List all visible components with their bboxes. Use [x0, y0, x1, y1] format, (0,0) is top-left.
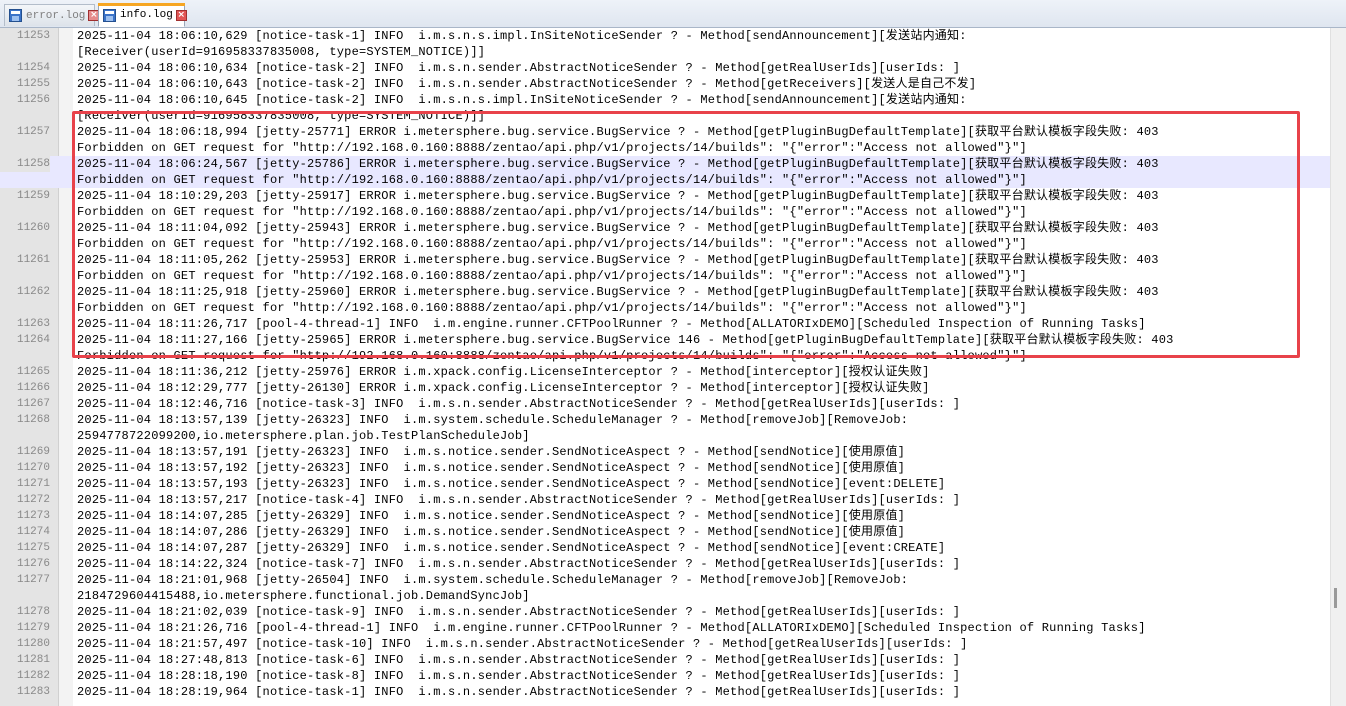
line-text[interactable]: 2025-11-04 18:14:07,286 [jetty-26329] IN…: [77, 524, 905, 540]
log-line[interactable]: 11282 2025-11-04 18:28:18,190 [notice-tas…: [0, 668, 1330, 684]
line-text[interactable]: 2025-11-04 18:12:46,716 [notice-task-3] …: [77, 396, 960, 412]
line-number: 11282: [16, 670, 50, 682]
line-text[interactable]: 2025-11-04 18:28:19,964 [notice-task-1] …: [77, 684, 960, 700]
line-text[interactable]: 2025-11-04 18:21:02,039 [notice-task-9] …: [77, 604, 960, 620]
line-number: 11266: [16, 382, 50, 394]
line-text[interactable]: 2025-11-04 18:14:07,285 [jetty-26329] IN…: [77, 508, 905, 524]
line-number: 11254: [16, 62, 50, 74]
line-number: 11253: [16, 30, 50, 42]
tab-bar: error.log × info.log ×: [0, 0, 1346, 28]
tab-label: error.log: [26, 9, 86, 22]
line-text[interactable]: 2025-11-04 18:14:07,287 [jetty-26329] IN…: [77, 540, 945, 556]
log-line[interactable]: 11266 2025-11-04 18:12:29,777 [jetty-2613…: [0, 380, 1330, 396]
line-text[interactable]: 2025-11-04 18:06:10,645 [notice-task-2] …: [77, 92, 967, 108]
line-text[interactable]: 2025-11-04 18:06:10,634 [notice-task-2] …: [77, 60, 960, 76]
log-line[interactable]: 11276 2025-11-04 18:14:22,324 [notice-tas…: [0, 556, 1330, 572]
line-text[interactable]: 2025-11-04 18:27:48,813 [notice-task-6] …: [77, 652, 960, 668]
line-text[interactable]: 2025-11-04 18:06:10,643 [notice-task-2] …: [77, 76, 976, 92]
line-text[interactable]: 2025-11-04 18:21:57,497 [notice-task-10]…: [77, 636, 968, 652]
log-line[interactable]: 11255 2025-11-04 18:06:10,643 [notice-tas…: [0, 76, 1330, 92]
line-number: 11256: [16, 94, 50, 106]
log-line[interactable]: 11275 2025-11-04 18:14:07,287 [jetty-2632…: [0, 540, 1330, 556]
line-number: 11259: [16, 190, 50, 202]
line-text[interactable]: 2594778722099200,io.metersphere.plan.job…: [77, 428, 530, 444]
file-icon: [9, 9, 22, 22]
line-number: 11274: [16, 526, 50, 538]
line-number: 11283: [16, 686, 50, 698]
line-number: 11261: [16, 254, 50, 266]
line-text[interactable]: 2025-11-04 18:21:01,968 [jetty-26504] IN…: [77, 572, 908, 588]
log-line[interactable]: 11271 2025-11-04 18:13:57,193 [jetty-2632…: [0, 476, 1330, 492]
log-line[interactable]: 11268 2025-11-04 18:13:57,139 [jetty-2632…: [0, 412, 1330, 428]
log-line[interactable]: 2184729604415488,io.metersphere.function…: [0, 588, 1330, 604]
log-line[interactable]: 11270 2025-11-04 18:13:57,192 [jetty-2632…: [0, 460, 1330, 476]
log-line[interactable]: 11254 2025-11-04 18:06:10,634 [notice-tas…: [0, 60, 1330, 76]
log-line[interactable]: 11267 2025-11-04 18:12:46,716 [notice-tas…: [0, 396, 1330, 412]
log-line[interactable]: 11269 2025-11-04 18:13:57,191 [jetty-2632…: [0, 444, 1330, 460]
log-line[interactable]: 11256 2025-11-04 18:06:10,645 [notice-tas…: [0, 92, 1330, 108]
line-number: 11264: [16, 334, 50, 346]
line-number: 11281: [16, 654, 50, 666]
line-number: 11255: [16, 78, 50, 90]
line-number: 11278: [16, 606, 50, 618]
line-text[interactable]: [Receiver(userId=916958337835008, type=S…: [77, 44, 485, 60]
close-icon[interactable]: ×: [175, 9, 187, 21]
line-text[interactable]: 2025-11-04 18:06:10,629 [notice-task-1] …: [77, 28, 967, 44]
line-text[interactable]: 2184729604415488,io.metersphere.function…: [77, 588, 530, 604]
line-number: 11280: [16, 638, 50, 650]
line-number: 11265: [16, 366, 50, 378]
line-text[interactable]: 2025-11-04 18:21:26,716 [pool-4-thread-1…: [77, 620, 1146, 636]
line-number: 11277: [16, 574, 50, 586]
line-text[interactable]: 2025-11-04 18:13:57,191 [jetty-26323] IN…: [77, 444, 905, 460]
log-line[interactable]: [Receiver(userId=916958337835008, type=S…: [0, 44, 1330, 60]
line-number: 11258: [0, 156, 50, 172]
line-number: 11257: [16, 126, 50, 138]
line-text[interactable]: 2025-11-04 18:12:29,777 [jetty-26130] ER…: [77, 380, 930, 396]
log-line[interactable]: 11279 2025-11-04 18:21:26,716 [pool-4-thr…: [0, 620, 1330, 636]
log-line[interactable]: 11274 2025-11-04 18:14:07,286 [jetty-2632…: [0, 524, 1330, 540]
log-line[interactable]: 11278 2025-11-04 18:21:02,039 [notice-tas…: [0, 604, 1330, 620]
log-line[interactable]: 11272 2025-11-04 18:13:57,217 [notice-tas…: [0, 492, 1330, 508]
scrollbar-thumb[interactable]: [1334, 588, 1337, 608]
line-number: 11276: [16, 558, 50, 570]
log-line[interactable]: 11273 2025-11-04 18:14:07,285 [jetty-2632…: [0, 508, 1330, 524]
log-line[interactable]: 11280 2025-11-04 18:21:57,497 [notice-tas…: [0, 636, 1330, 652]
line-text[interactable]: 2025-11-04 18:13:57,217 [notice-task-4] …: [77, 492, 960, 508]
line-number: 11268: [16, 414, 50, 426]
line-number: 11260: [16, 222, 50, 234]
log-line[interactable]: 11277 2025-11-04 18:21:01,968 [jetty-2650…: [0, 572, 1330, 588]
log-line[interactable]: 11283 2025-11-04 18:28:19,964 [notice-tas…: [0, 684, 1330, 700]
line-text[interactable]: 2025-11-04 18:13:57,139 [jetty-26323] IN…: [77, 412, 908, 428]
log-line[interactable]: 11265 2025-11-04 18:11:36,212 [jetty-2597…: [0, 364, 1330, 380]
line-text[interactable]: 2025-11-04 18:28:18,190 [notice-task-8] …: [77, 668, 960, 684]
line-number: 11279: [16, 622, 50, 634]
line-number: 11273: [16, 510, 50, 522]
line-text[interactable]: 2025-11-04 18:14:22,324 [notice-task-7] …: [77, 556, 960, 572]
log-line[interactable]: 2594778722099200,io.metersphere.plan.job…: [0, 428, 1330, 444]
tab-info-log[interactable]: info.log ×: [98, 3, 187, 27]
line-text[interactable]: 2025-11-04 18:13:57,192 [jetty-26323] IN…: [77, 460, 905, 476]
file-icon: [103, 8, 116, 22]
line-number: 11267: [16, 398, 50, 410]
line-text[interactable]: 2025-11-04 18:11:36,212 [jetty-25976] ER…: [77, 364, 930, 380]
line-number: 11263: [16, 318, 50, 330]
tab-label: info.log: [120, 9, 173, 21]
line-number: 11262: [16, 286, 50, 298]
line-number: 11269: [16, 446, 50, 458]
tab-error-log[interactable]: error.log ×: [4, 4, 100, 26]
line-text[interactable]: 2025-11-04 18:13:57,193 [jetty-26323] IN…: [77, 476, 945, 492]
line-number: 11272: [16, 494, 50, 506]
line-number: 11270: [16, 462, 50, 474]
line-number: 11271: [16, 478, 50, 490]
log-line[interactable]: 11253 2025-11-04 18:06:10,629 [notice-tas…: [0, 28, 1330, 44]
error-highlight-box: [72, 111, 1300, 358]
log-line[interactable]: 11281 2025-11-04 18:27:48,813 [notice-tas…: [0, 652, 1330, 668]
line-number: 11275: [16, 542, 50, 554]
vertical-scrollbar[interactable]: [1330, 28, 1346, 706]
